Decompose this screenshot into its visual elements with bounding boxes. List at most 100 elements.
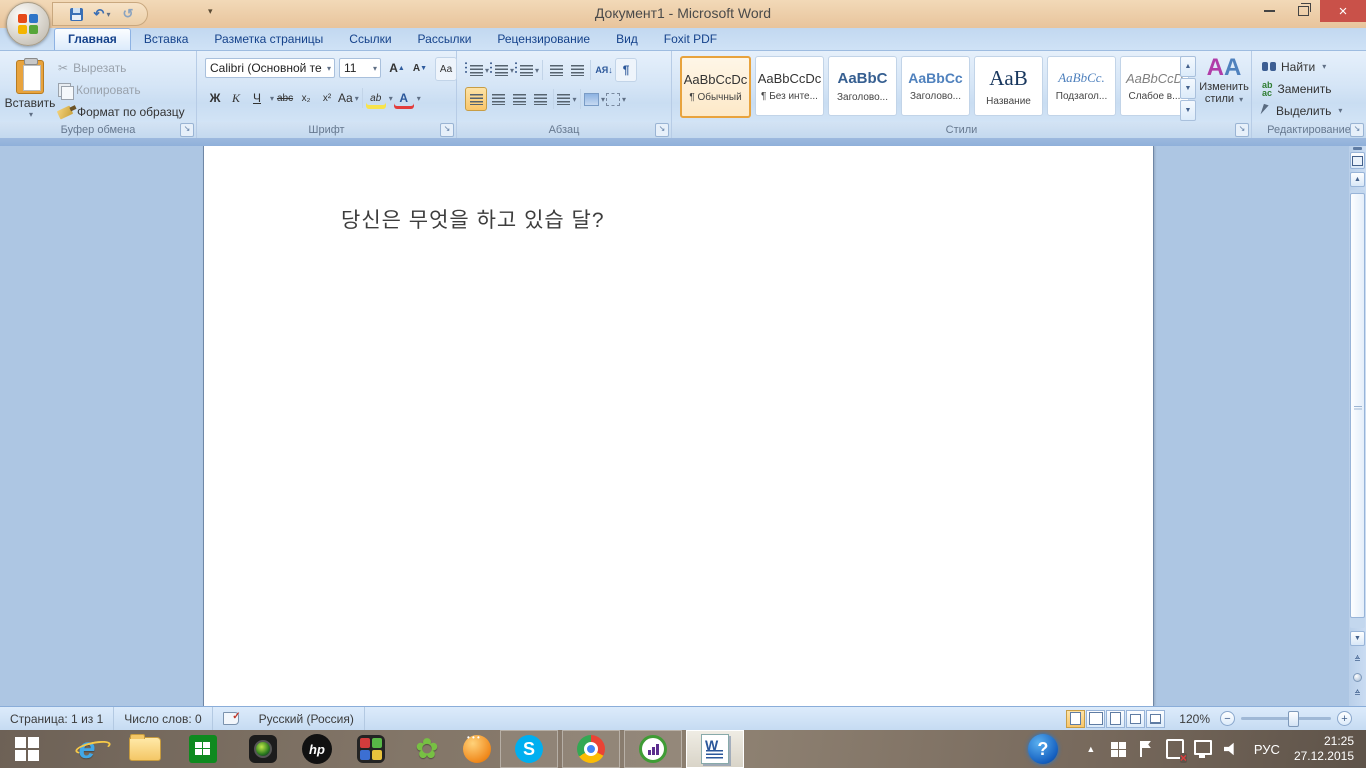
change-styles-button[interactable]: AA Изменить стили ▾ <box>1198 55 1250 121</box>
tab-home[interactable]: Главная <box>54 28 131 50</box>
taskbar-puzzle-app[interactable] <box>348 730 394 768</box>
superscript-button[interactable]: x² <box>317 87 337 109</box>
web-layout-button[interactable] <box>1106 710 1125 728</box>
line-spacing-button[interactable]: ▾ <box>557 88 577 110</box>
borders-button[interactable]: ▾ <box>606 88 626 110</box>
bullets-button[interactable]: ▾ <box>465 59 489 81</box>
zoom-out-button[interactable]: − <box>1220 711 1235 726</box>
style-normal[interactable]: AaBbCcDc ¶ Обычный <box>680 56 751 118</box>
tab-foxit-pdf[interactable]: Foxit PDF <box>651 29 730 50</box>
redo-button[interactable]: ↺ <box>119 5 137 23</box>
copy-button[interactable]: Копировать <box>58 81 185 99</box>
document-page[interactable]: 당신은 무엇을 하고 있습 달? <box>203 146 1154 706</box>
highlight-button[interactable]: ab <box>366 87 386 109</box>
strikethrough-button[interactable]: abc <box>275 87 295 109</box>
tab-review[interactable]: Рецензирование <box>484 29 603 50</box>
align-center-button[interactable] <box>488 88 508 110</box>
styles-scroll-down-button[interactable]: ▼ <box>1180 78 1196 99</box>
full-screen-reading-button[interactable] <box>1086 710 1105 728</box>
document-area[interactable]: 당신은 무엇을 하고 있습 달? ▲ ▼ ≜ ≙ <box>0 146 1366 706</box>
grow-font-button[interactable]: А▲ <box>387 57 407 79</box>
hidden-icons-button[interactable]: ▲ <box>1082 739 1100 759</box>
previous-page-button[interactable]: ≜ <box>1350 652 1365 667</box>
styles-more-button[interactable]: ▼ <box>1180 100 1196 121</box>
scrollbar-track[interactable] <box>1350 190 1365 628</box>
shrink-font-button[interactable]: А▼ <box>410 57 430 79</box>
highlight-dropdown-icon[interactable]: ▾ <box>389 94 393 103</box>
font-name-combo[interactable]: Calibri (Основной те ▾ <box>205 58 335 78</box>
font-color-dropdown-icon[interactable]: ▾ <box>417 94 421 103</box>
draft-view-button[interactable] <box>1146 710 1165 728</box>
help-orb-button[interactable]: ? <box>1028 734 1058 764</box>
page-indicator[interactable]: Страница: 1 из 1 <box>0 707 114 730</box>
taskbar-internet-explorer[interactable]: e <box>64 730 110 768</box>
outline-view-button[interactable] <box>1126 710 1145 728</box>
tab-references[interactable]: Ссылки <box>336 29 404 50</box>
office-button[interactable] <box>6 2 50 46</box>
select-button[interactable]: Выделить ▾ <box>1262 102 1342 119</box>
taskbar-skype[interactable]: S <box>500 730 558 768</box>
tab-insert[interactable]: Вставка <box>131 29 202 50</box>
scroll-up-button[interactable]: ▲ <box>1350 172 1365 187</box>
close-button[interactable]: × <box>1320 0 1366 22</box>
customize-qat-button[interactable]: ▾ <box>208 6 213 17</box>
taskbar-icq[interactable]: ✿ <box>404 730 450 768</box>
taskbar-word[interactable]: W <box>686 730 744 768</box>
start-button[interactable] <box>4 730 50 768</box>
paste-button[interactable]: Вставить ▾ <box>8 57 52 119</box>
align-left-button[interactable] <box>465 87 487 111</box>
bold-button[interactable]: Ж <box>205 87 225 109</box>
network-button[interactable] <box>1194 739 1212 759</box>
taskbar-file-explorer[interactable] <box>122 730 168 768</box>
taskbar-gom-player[interactable] <box>454 730 500 768</box>
style-title[interactable]: AaB Название <box>974 56 1043 116</box>
vertical-scrollbar[interactable]: ▲ ▼ ≜ ≙ <box>1349 146 1366 706</box>
document-text[interactable]: 당신은 무엇을 하고 있습 달? <box>341 204 605 234</box>
scroll-down-button[interactable]: ▼ <box>1350 631 1365 646</box>
clock[interactable]: 21:25 27.12.2015 <box>1294 734 1358 764</box>
italic-button[interactable]: К <box>226 87 246 109</box>
style-subtle-emphasis[interactable]: AaBbCcD Слабое в... <box>1120 56 1189 116</box>
show-marks-button[interactable]: ¶ <box>615 58 637 82</box>
select-browse-object-button[interactable] <box>1350 670 1365 685</box>
split-handle[interactable] <box>1353 147 1362 150</box>
styles-dialog-launcher[interactable]: ↘ <box>1235 123 1249 137</box>
next-page-button[interactable]: ≙ <box>1350 686 1365 701</box>
align-right-button[interactable] <box>509 88 529 110</box>
undo-button[interactable]: ↶▾ <box>93 5 111 23</box>
numbering-button[interactable]: ▾ <box>490 59 514 81</box>
save-button[interactable] <box>67 5 85 23</box>
zoom-level[interactable]: 120% <box>1179 712 1210 726</box>
tab-mailings[interactable]: Рассылки <box>405 29 485 50</box>
ruler-toggle-button[interactable] <box>1350 152 1365 169</box>
underline-button[interactable]: Ч <box>247 87 267 109</box>
taskbar-camera-app[interactable] <box>240 730 286 768</box>
paragraph-dialog-launcher[interactable]: ↘ <box>655 123 669 137</box>
print-layout-view-button[interactable] <box>1066 710 1085 728</box>
underline-dropdown-icon[interactable]: ▾ <box>270 94 274 103</box>
subscript-button[interactable]: x₂ <box>296 87 316 109</box>
font-dialog-launcher[interactable]: ↘ <box>440 123 454 137</box>
find-button[interactable]: Найти ▾ <box>1262 58 1342 75</box>
cut-button[interactable]: ✂ Вырезать <box>58 59 185 77</box>
style-heading1[interactable]: AaBbC Заголово... <box>828 56 897 116</box>
proofing-status[interactable] <box>213 707 249 730</box>
device-status-button[interactable] <box>1166 739 1184 759</box>
style-subtitle[interactable]: AaBbCc. Подзагол... <box>1047 56 1116 116</box>
clear-formatting-button[interactable]: Аа <box>435 57 457 81</box>
format-painter-button[interactable]: Формат по образцу <box>58 103 185 121</box>
taskbar-hp-support[interactable]: hp <box>294 730 340 768</box>
increase-indent-button[interactable] <box>567 59 587 81</box>
styles-scroll-up-button[interactable]: ▲ <box>1180 56 1196 77</box>
taskbar-chrome[interactable] <box>562 730 620 768</box>
font-color-button[interactable]: А <box>394 87 414 109</box>
multilevel-list-button[interactable]: ▾ <box>515 59 539 81</box>
tray-windows-button[interactable] <box>1110 739 1128 759</box>
tab-page-layout[interactable]: Разметка страницы <box>201 29 336 50</box>
taskbar-stats-app[interactable] <box>624 730 682 768</box>
language-tray-button[interactable]: РУС <box>1250 742 1284 757</box>
taskbar-windows-store[interactable] <box>180 730 226 768</box>
decrease-indent-button[interactable] <box>546 59 566 81</box>
zoom-slider-thumb[interactable] <box>1288 711 1299 727</box>
sort-button[interactable]: АЯ↓ <box>594 59 614 81</box>
